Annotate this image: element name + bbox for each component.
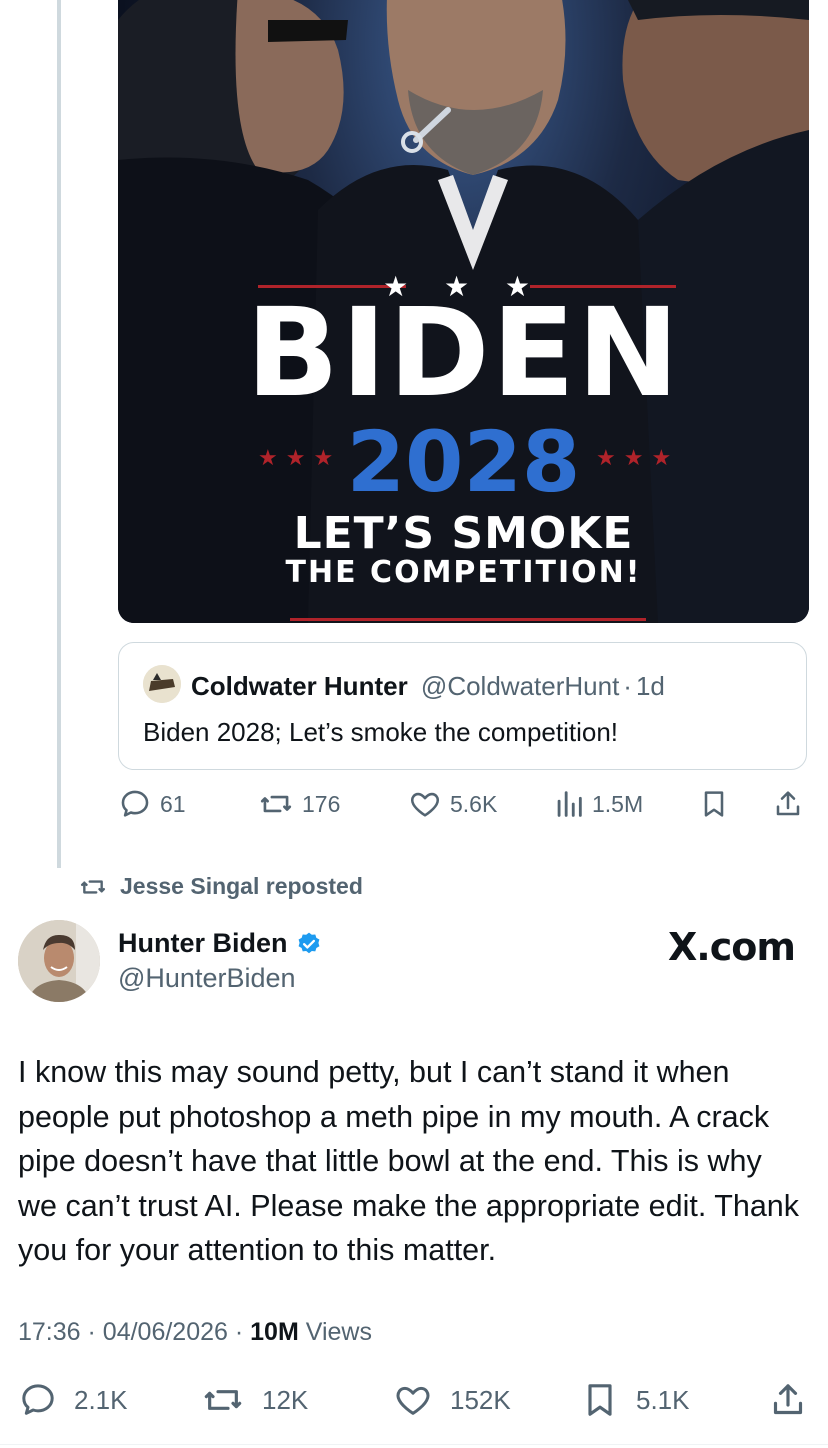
tweet-date[interactable]: 04/06/2026 <box>103 1318 228 1346</box>
author-name[interactable]: Hunter Biden <box>118 928 288 959</box>
quoted-author-avatar[interactable] <box>143 665 181 703</box>
repost-icon <box>204 1390 242 1410</box>
share-icon <box>773 1384 803 1415</box>
quoted-tweet-text: Biden 2028; Let’s smoke the competition! <box>143 717 619 747</box>
views-count: 1.5M <box>592 790 644 817</box>
views-label: Views <box>305 1318 372 1346</box>
like-button[interactable]: 152K <box>392 1380 511 1420</box>
poster-stars-right: ★★★ <box>596 445 680 470</box>
repost-count: 12K <box>262 1384 309 1415</box>
repost-banner-text: Jesse Singal reposted <box>120 873 363 899</box>
x-com-watermark: X.com <box>668 925 796 969</box>
poster-slogan-line1: LET’S SMOKE <box>293 508 634 559</box>
views-icon <box>557 791 582 817</box>
tweet-image-poster[interactable]: ★ ★ ★ BIDEN ★★★ 2028 ★★★ LET’S SMOKE THE… <box>118 0 809 623</box>
reply-button[interactable]: 61 <box>118 787 186 821</box>
bottom-divider <box>0 1444 828 1445</box>
tweet-action-bar: 2.1K 12K 152K 5.1K <box>0 1378 828 1424</box>
reply-button[interactable]: 2.1K <box>18 1380 128 1420</box>
views-button[interactable]: 1.5M <box>554 787 643 821</box>
author-handle[interactable]: @HunterBiden <box>118 963 296 994</box>
repost-count: 176 <box>302 790 341 817</box>
reply-icon <box>22 1384 54 1415</box>
quoted-tweet-card[interactable]: Coldwater Hunter @ColdwaterHunt · 1d Biden… <box>118 642 807 770</box>
author-name-row[interactable]: Hunter Biden <box>118 928 322 959</box>
like-button[interactable]: 5.6K <box>408 787 497 821</box>
repost-icon <box>260 795 292 813</box>
like-icon <box>396 1386 430 1415</box>
poster-rule-bottom <box>290 618 646 621</box>
quoted-author-name[interactable]: Coldwater Hunter <box>191 671 408 701</box>
like-count: 152K <box>450 1384 511 1415</box>
quoted-meta-separator: · <box>623 671 632 701</box>
like-count: 5.6K <box>450 790 498 817</box>
reply-icon <box>121 790 149 817</box>
bookmark-count: 5.1K <box>636 1384 690 1415</box>
poster-year: 2028 <box>346 413 581 511</box>
repost-button[interactable]: 176 <box>258 787 340 821</box>
tweet-text: I know this may sound petty, but I can’t… <box>18 1055 800 1267</box>
bookmark-button[interactable]: 5.1K <box>580 1380 690 1420</box>
quoted-tweet-header: Coldwater Hunter @ColdwaterHunt · 1d <box>191 671 665 702</box>
poster-title: BIDEN <box>245 282 682 424</box>
share-button[interactable] <box>772 787 804 821</box>
views-total: 10M <box>250 1318 299 1346</box>
reply-count: 2.1K <box>74 1384 128 1415</box>
thread-connector-line <box>57 0 61 868</box>
share-icon <box>776 791 800 816</box>
poster-slogan-line2: THE COMPETITION! <box>285 555 642 590</box>
like-icon <box>411 792 439 817</box>
quoted-author-handle[interactable]: @ColdwaterHunt <box>421 671 619 701</box>
quoted-tweet-time[interactable]: 1d <box>636 671 665 701</box>
tweet-time[interactable]: 17:36 <box>18 1318 81 1346</box>
tweet-meta-line: 17:36 · 04/06/2026 · 10M Views <box>18 1318 372 1347</box>
reply-count: 61 <box>160 790 186 817</box>
meta-dot: · <box>234 1318 244 1346</box>
repost-banner[interactable]: Jesse Singal reposted <box>78 873 363 900</box>
share-button[interactable] <box>768 1380 808 1420</box>
bookmark-button[interactable] <box>698 787 730 821</box>
author-avatar[interactable] <box>18 920 100 1002</box>
bookmark-icon <box>704 791 724 817</box>
repost-indicator-icon <box>80 879 106 894</box>
meta-dot: · <box>87 1318 96 1346</box>
verified-badge-icon <box>298 932 319 953</box>
parent-tweet-action-bar: 61 176 5.6K 1.5M <box>118 787 808 827</box>
bookmark-icon <box>588 1384 612 1416</box>
repost-button[interactable]: 12K <box>200 1380 308 1420</box>
